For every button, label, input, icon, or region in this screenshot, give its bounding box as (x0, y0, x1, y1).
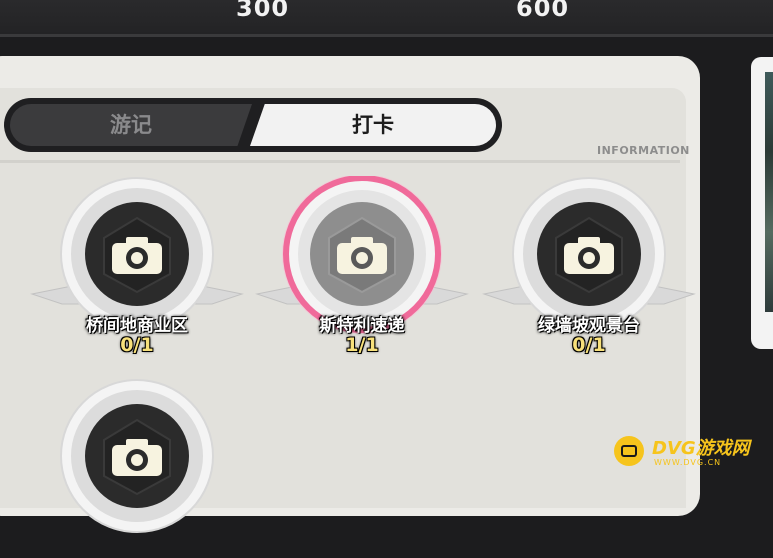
checkin-badge-4[interactable] (22, 378, 252, 558)
side-preview-image (765, 72, 773, 312)
tab-bar: 游记 打卡 (4, 98, 502, 152)
tab-travel-notes[interactable]: 游记 (10, 104, 252, 146)
watermark-brand: DVG游戏网 (652, 438, 750, 459)
checkin-count: 0/1 (120, 334, 154, 356)
checkin-count: 0/1 (572, 334, 606, 356)
gamepad-icon (614, 436, 644, 466)
watermark: DVG游戏网 WWW.DVG.CN (614, 432, 773, 476)
watermark-url: WWW.DVG.CN (654, 458, 722, 467)
progress-bar: 300 600 (0, 0, 773, 37)
checkin-name: 斯特利速递 (319, 316, 405, 336)
camera-icon (112, 439, 162, 476)
checkin-badge-3[interactable]: 绿墙坡观景台 0/1 (474, 176, 704, 356)
checkin-count: 1/1 (345, 334, 379, 356)
camera-icon (564, 237, 614, 274)
checkin-name: 桥间地商业区 (86, 316, 188, 336)
milestone-600: 600 (516, 0, 570, 22)
section-label: INFORMATION (597, 144, 690, 157)
camera-icon (112, 237, 162, 274)
camera-icon (337, 237, 387, 274)
milestone-300: 300 (236, 0, 290, 22)
tab-checkin[interactable]: 打卡 (250, 104, 496, 146)
divider (0, 160, 680, 163)
checkin-name: 绿墙坡观景台 (538, 316, 640, 336)
checkin-badge-1[interactable]: 桥间地商业区 0/1 (22, 176, 252, 356)
checkin-badge-2[interactable]: 斯特利速递 1/1 (247, 176, 477, 356)
